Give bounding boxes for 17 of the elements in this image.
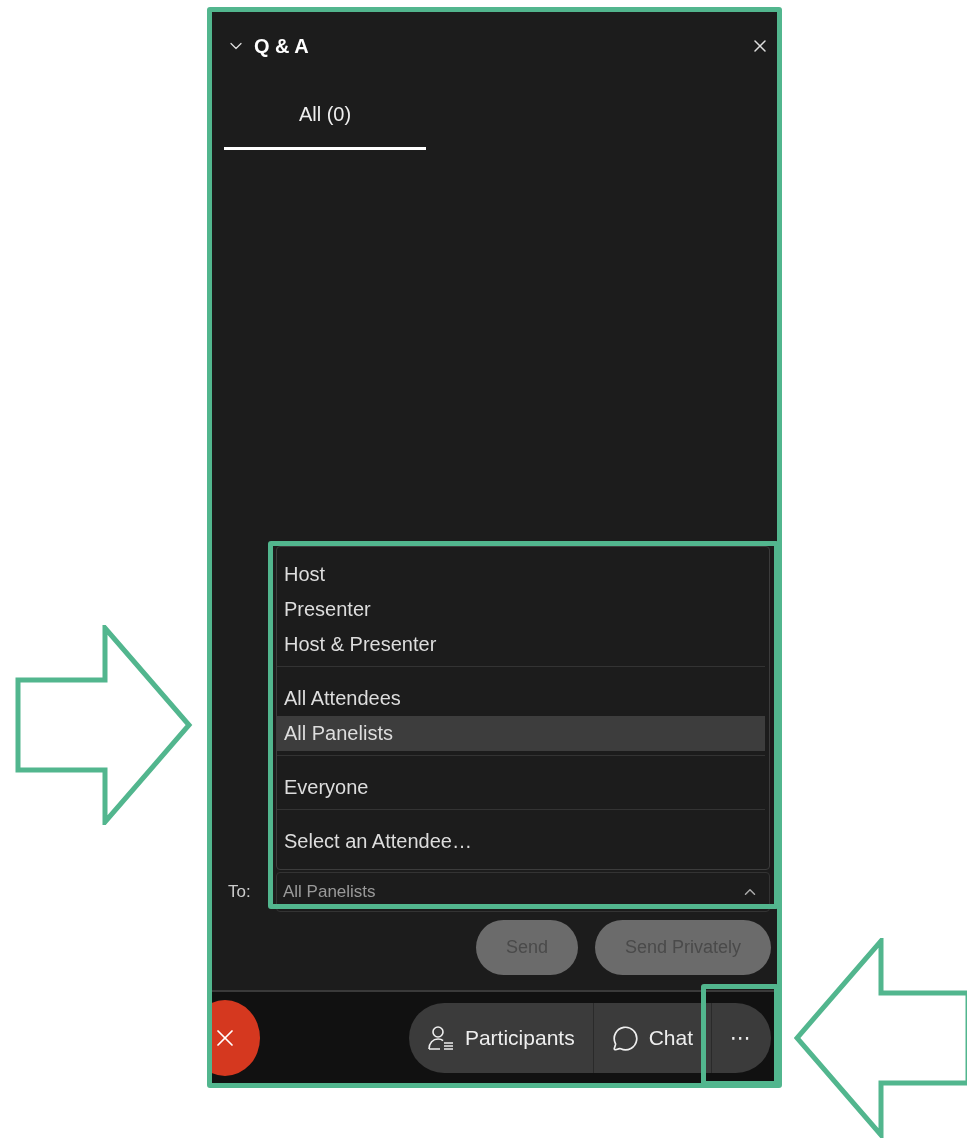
menu-item[interactable]: Presenter	[277, 592, 765, 627]
menu-item[interactable]: Host & Presenter	[277, 627, 765, 662]
tab[interactable]: All (0)	[224, 82, 426, 150]
recipient-dropdown[interactable]: All Panelists	[276, 872, 770, 912]
more-button[interactable]: ⋯	[711, 1003, 771, 1073]
speech-bubble-icon	[611, 1024, 639, 1052]
participants-button[interactable]: Participants	[408, 1003, 593, 1073]
menu-item[interactable]: Host	[277, 557, 765, 592]
menu-item[interactable]: All Panelists	[277, 716, 765, 751]
chat-button[interactable]: Chat	[592, 1003, 711, 1073]
menu-item[interactable]: Select an Attendee…	[277, 824, 765, 859]
menu-item[interactable]: Everyone	[277, 770, 765, 805]
leave-button[interactable]	[210, 1000, 260, 1076]
to-label: To:	[227, 882, 252, 902]
menu-item[interactable]: All Attendees	[277, 681, 765, 716]
person-list-icon	[426, 1024, 455, 1052]
panel-title: Q & A	[254, 34, 310, 58]
